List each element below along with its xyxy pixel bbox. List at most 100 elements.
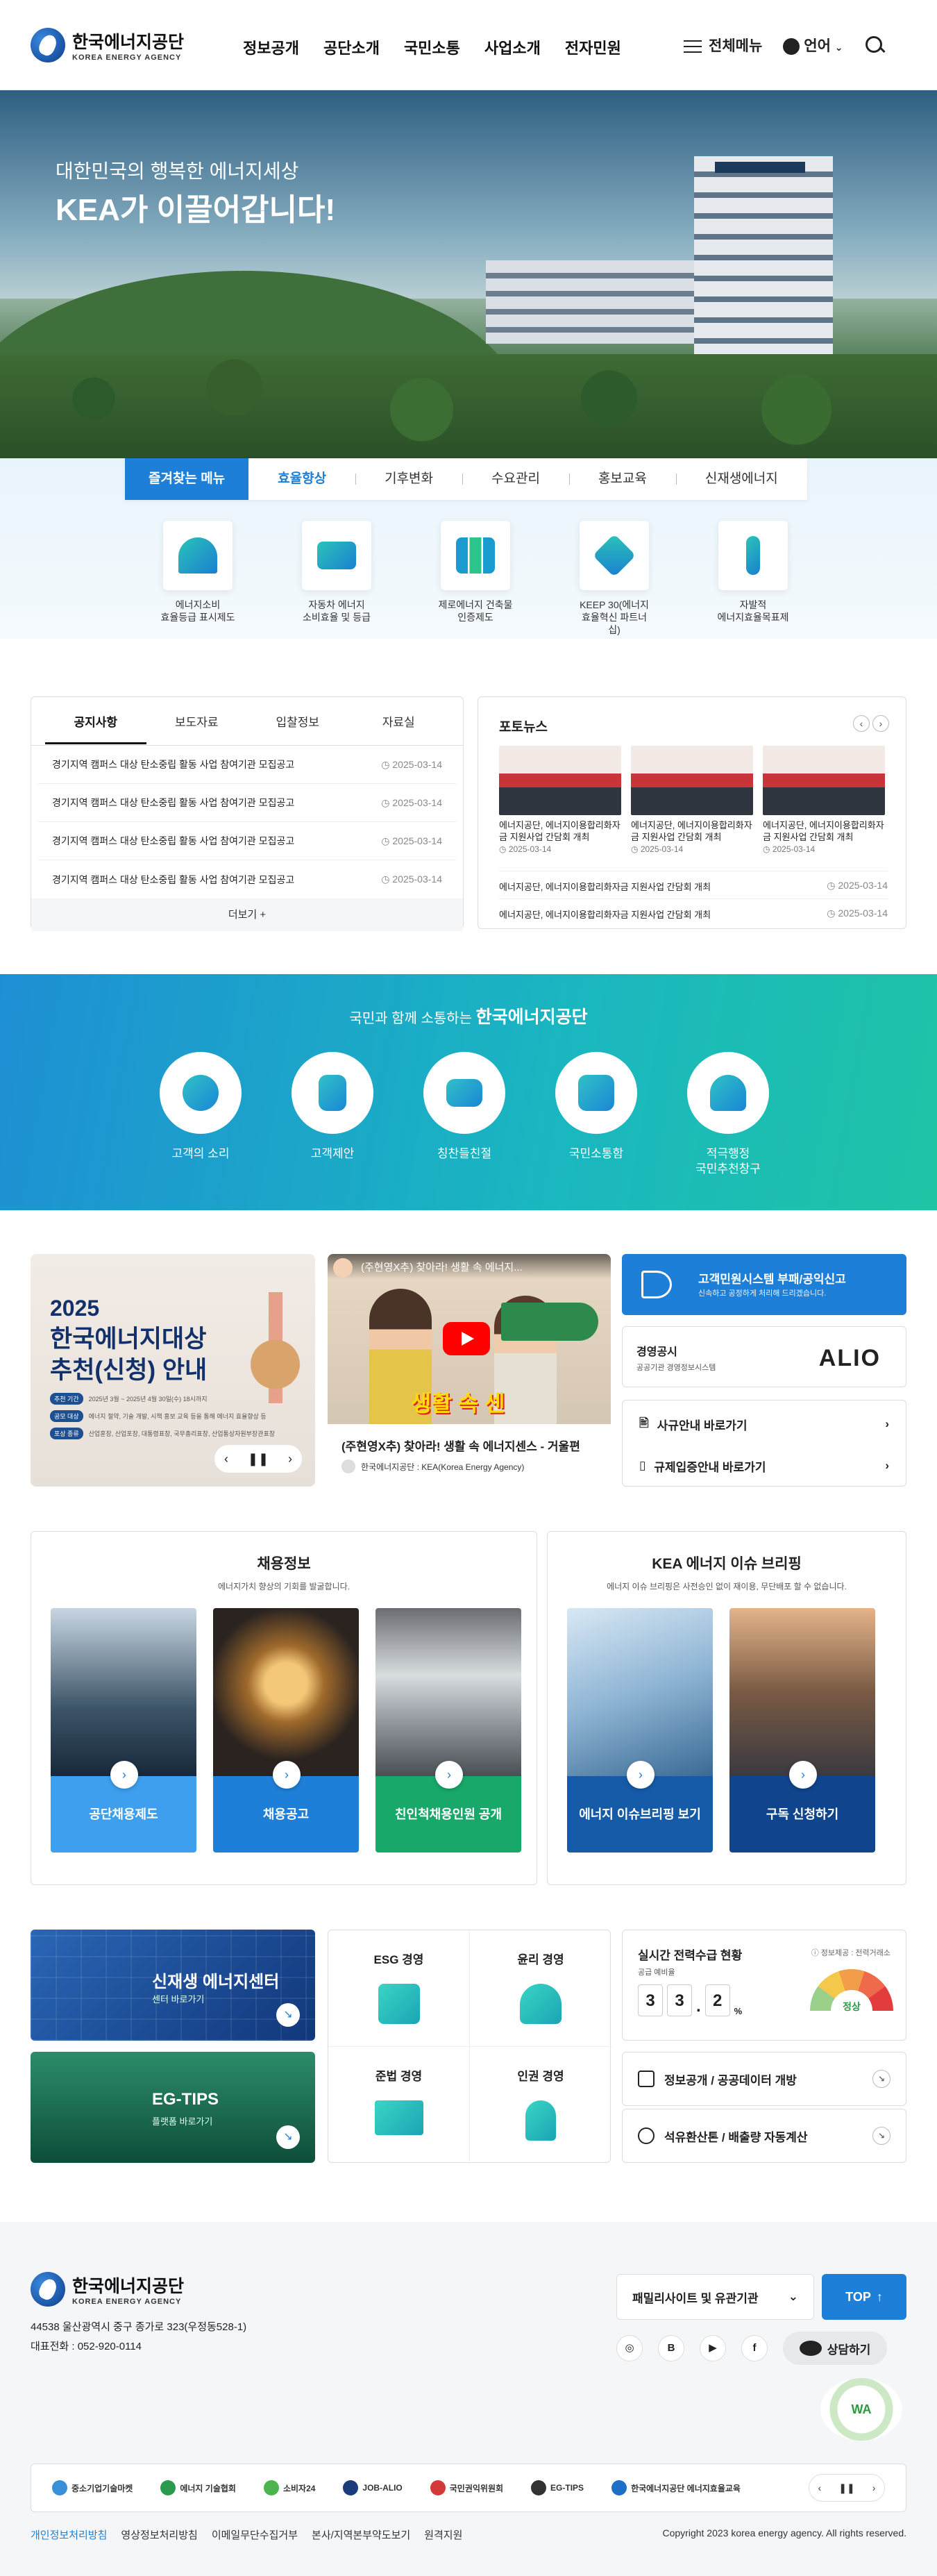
related-banner[interactable]: 에너지 기술협회 — [160, 2480, 236, 2495]
blog-icon[interactable]: B — [658, 2335, 684, 2361]
instagram-icon[interactable]: ◎ — [616, 2335, 643, 2361]
related-banner[interactable]: 중소기업기술마켓 — [52, 2480, 133, 2495]
more-button[interactable]: 더보기 + — [31, 898, 463, 931]
ethics-management[interactable]: 윤리 경영 — [470, 1930, 611, 2047]
communication-title: 국민과 함께 소통하는 한국에너지공단 — [349, 1007, 588, 1027]
alio-banner[interactable]: 경영공시 공공기관 경영정보시스템 ALIO — [622, 1326, 906, 1387]
eg-tips-title: EG-TIPS — [152, 2090, 219, 2109]
tab-efficiency[interactable]: 효율향상 — [248, 458, 355, 500]
arrow-right-icon: › — [273, 1761, 301, 1789]
nav-item[interactable]: 전자민원 — [565, 36, 621, 58]
search-icon[interactable] — [864, 35, 885, 56]
facebook-icon[interactable]: f — [741, 2335, 768, 2361]
recruit-card[interactable]: 친인척 채용인원 공개 › — [375, 1608, 521, 1852]
related-banner[interactable]: JOB-ALIO — [343, 2480, 403, 2495]
quick-item[interactable]: 자발적 에너지효율목표제 — [715, 521, 791, 636]
tab-pr-education[interactable]: 홍보교육 — [568, 458, 676, 500]
toe-calculator-link[interactable]: 석유환산톤 / 배출량 자동계산 ↘ — [622, 2109, 906, 2163]
tab-library[interactable]: 자료실 — [348, 712, 450, 730]
photo-list-row[interactable]: 에너지공단, 에너지이용합리화자금 지원사업 간담회 개최 ◷ 2025-03-1… — [499, 898, 888, 921]
arrow-right-icon: › — [110, 1761, 138, 1789]
related-banner[interactable]: EG-TIPS — [531, 2480, 584, 2495]
all-menu-button[interactable]: 전체메뉴 — [684, 35, 762, 56]
recruit-card[interactable]: 채용공고 › — [213, 1608, 359, 1852]
youtube-icon[interactable]: ▶ — [700, 2335, 726, 2361]
renewable-center-banner[interactable]: 신재생 에너지센터 센터 바로가기 ↘ — [31, 1930, 315, 2041]
remote-support-link[interactable]: 원격지원 — [424, 2527, 462, 2542]
prev-icon[interactable]: ‹ — [853, 715, 870, 732]
next-icon[interactable]: › — [872, 715, 889, 732]
rules-link[interactable]: 🖹 사규안내 바로가기 › — [623, 1406, 906, 1442]
comm-item[interactable]: 고객제안 — [292, 1052, 373, 1177]
related-banner[interactable]: 한국에너지공단 에너지효율교육 — [611, 2480, 741, 2495]
photo-card[interactable]: 에너지공단, 에너지이용합리화자금 지원사업 간담회 개최 ◷ 2025-03-1… — [763, 746, 885, 854]
quick-item[interactable]: 에너지소비 효율등급 표시제도 — [160, 521, 236, 636]
comm-item[interactable]: 국민소통함 — [555, 1052, 637, 1177]
issue-card[interactable]: 에너지 이슈 브리핑 보기 › — [567, 1608, 713, 1852]
prev-icon[interactable]: ‹ — [224, 1452, 228, 1466]
related-banner[interactable]: 국민권익위원회 — [430, 2480, 503, 2495]
next-icon[interactable]: › — [288, 1452, 292, 1466]
video-thumbnail[interactable]: 생활 속 센 (주현영X추) 찾아라! 생활 속 에너지... — [328, 1254, 611, 1424]
quick-item[interactable]: 제로에너지 건축물 인증제도 — [437, 521, 514, 636]
esg-management[interactable]: ESG 경영 — [328, 1930, 470, 2047]
human-rights-management[interactable]: 인권 경영 — [470, 2047, 611, 2164]
award-banner[interactable]: 2025 한국에너지대상 추천(신청) 안내 추천 기간 2025년 3월 ~ 20… — [31, 1254, 315, 1487]
pause-icon[interactable]: ❚❚ — [248, 1452, 269, 1466]
quick-item[interactable]: KEEP 30(에너지 효율혁신 파트너십) — [576, 521, 652, 636]
eg-tips-banner[interactable]: EG-TIPS 플랫폼 바로가기 ↘ — [31, 2052, 315, 2163]
tab-notice[interactable]: 공지사항 — [45, 712, 146, 744]
recruit-card[interactable]: 공단채용제도 › — [51, 1608, 196, 1852]
related-banner[interactable]: 소비자24 — [263, 2480, 315, 2495]
map-link[interactable]: 본사/지역본부약도보기 — [312, 2527, 410, 2542]
tab-demand[interactable]: 수요관리 — [462, 458, 569, 500]
email-refusal-link[interactable]: 이메일무단수집거부 — [212, 2527, 298, 2542]
next-icon[interactable]: › — [872, 2482, 876, 2493]
power-label: 공급 예비율 — [638, 1968, 675, 1977]
nav-item[interactable]: 공단소개 — [323, 36, 380, 58]
compliance-management[interactable]: 준법 경영 — [328, 2047, 470, 2164]
comm-item[interactable]: 칭찬들친절 — [423, 1052, 505, 1177]
nav-item[interactable]: 사업소개 — [484, 36, 541, 58]
issue-card[interactable]: 구독 신청하기 › — [729, 1608, 875, 1852]
board-row[interactable]: 경기지역 캠퍼스 대상 탄소중립 활동 사업 참여기관 모집공고 ◷ 2025-0… — [38, 784, 456, 822]
all-menu-label: 전체메뉴 — [709, 38, 763, 54]
board-row[interactable]: 경기지역 캠퍼스 대상 탄소중립 활동 사업 참여기관 모집공고 ◷ 2025-0… — [38, 746, 456, 784]
photo-card[interactable]: 에너지공단, 에너지이용합리화자금 지원사업 간담회 개최 ◷ 2025-03-1… — [499, 746, 621, 854]
board-row[interactable]: 경기지역 캠퍼스 대상 탄소중립 활동 사업 참여기관 모집공고 ◷ 2025-0… — [38, 860, 456, 898]
video-channel: 한국에너지공단 : KEA(Korea Energy Agency) — [328, 1454, 611, 1479]
nav-item[interactable]: 국민소통 — [404, 36, 460, 58]
play-icon[interactable] — [443, 1322, 490, 1355]
video-card: 생활 속 센 (주현영X추) 찾아라! 생활 속 에너지... (주현영X추) … — [328, 1254, 611, 1487]
top-button[interactable]: TOP ↑ — [822, 2274, 906, 2320]
board-row[interactable]: 경기지역 캠퍼스 대상 탄소중립 활동 사업 참여기관 모집공고 ◷ 2025-0… — [38, 822, 456, 860]
nav-item[interactable]: 정보공개 — [243, 36, 299, 58]
tab-renewable[interactable]: 신재생에너지 — [675, 458, 807, 500]
tab-bid[interactable]: 입찰정보 — [247, 712, 348, 730]
quick-item[interactable]: 자동차 에너지 소비효율 및 등급 — [298, 521, 375, 636]
tab-climate[interactable]: 기후변화 — [355, 458, 462, 500]
video-policy-link[interactable]: 영상정보처리방침 — [121, 2527, 197, 2542]
prev-icon[interactable]: ‹ — [818, 2482, 822, 2493]
language-button[interactable]: 언어 ⌄ — [783, 35, 843, 56]
comm-item[interactable]: 고객의 소리 — [160, 1052, 242, 1177]
quick-menu-tabs: 즐겨찾는 메뉴 효율향상 기후변화 수요관리 홍보교육 신재생에너지 — [125, 458, 807, 500]
pause-icon[interactable]: ❚❚ — [838, 2482, 854, 2494]
kakao-talk-button[interactable]: 상담하기 — [783, 2332, 887, 2365]
photo-card[interactable]: 에너지공단, 에너지이용합리화자금 지원사업 간담회 개최 ◷ 2025-03-1… — [631, 746, 753, 854]
tab-press[interactable]: 보도자료 — [146, 712, 248, 730]
logo[interactable]: 한국에너지공단 KOREA ENERGY AGENCY — [31, 28, 184, 62]
regulation-link[interactable]: ▯ 규제입증안내 바로가기 › — [623, 1448, 906, 1484]
video-title[interactable]: (주현영X추) 찾아라! 생활 속 에너지센스 - 거울편 — [328, 1424, 611, 1454]
alio-logo: ALIO — [818, 1345, 881, 1371]
family-site-select[interactable]: 패밀리사이트 및 유관기관 ⌄ — [616, 2274, 814, 2320]
privacy-policy-link[interactable]: 개인정보처리방침 — [31, 2527, 107, 2542]
quick-item-label: 자동차 에너지 소비효율 및 등급 — [303, 599, 371, 623]
arrow-up-icon: ↑ — [876, 2289, 883, 2304]
photo-list-row[interactable]: 에너지공단, 에너지이용합리화자금 지원사업 간담회 개최 ◷ 2025-03-1… — [499, 871, 888, 893]
open-data-link[interactable]: 정보공개 / 공공데이터 개방 ↘ — [622, 2052, 906, 2106]
corruption-report-banner[interactable]: 고객민원시스템 부패/공익신고 신속하고 공정하게 처리해 드리겠습니다. — [622, 1254, 906, 1315]
comm-item[interactable]: 적극행정 국민추천창구 — [687, 1052, 769, 1177]
chevron-down-icon: ⌄ — [834, 42, 843, 53]
recruit-cards: 공단채용제도 › 채용공고 › 친인척 채용인원 공개 › — [51, 1608, 521, 1852]
